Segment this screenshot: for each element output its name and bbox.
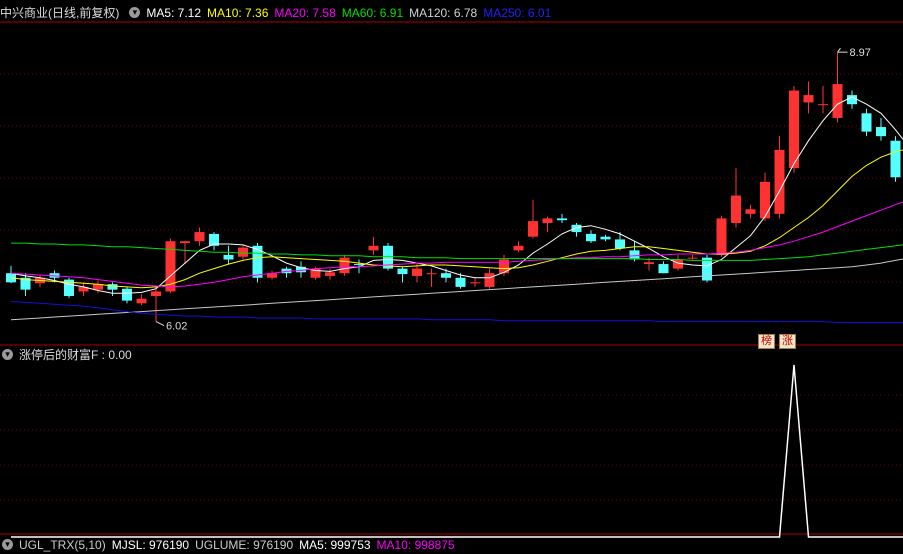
candle-body (832, 84, 843, 118)
candle-body (687, 257, 698, 259)
annotation-arrow (155, 321, 165, 327)
candle-body (774, 149, 785, 214)
candle-body (368, 245, 379, 251)
candle-body (136, 298, 147, 304)
candle-body (644, 262, 654, 265)
candle-body (455, 277, 466, 287)
bottom-item-4: MA5: 999753 (299, 538, 371, 552)
bottom-item-3: UGLUME: 976190 (195, 538, 294, 552)
candle-body (223, 254, 234, 260)
candle-body (513, 245, 524, 251)
candle-body (890, 140, 901, 178)
candle-body (238, 247, 248, 257)
candle-body (397, 268, 408, 275)
candle-body (151, 291, 161, 297)
annotation-arrow (837, 47, 841, 53)
ma5-label: MA5: 7.12 (146, 6, 202, 20)
candle-body (557, 218, 567, 221)
indicator-line (11, 364, 903, 538)
candle-body (745, 209, 756, 214)
candle-body (731, 195, 741, 223)
ma60-label: MA60: 6.91 (341, 6, 404, 20)
candle-body (702, 257, 712, 281)
candle-body (122, 288, 132, 301)
indicator-panel-header: ▾ 涨停后的财富F : 0.00 (0, 346, 138, 364)
candle-body (470, 282, 480, 284)
indicator-label: 涨停后的财富F : 0.00 (19, 348, 132, 362)
candle-body (180, 241, 190, 244)
stock-title: 中兴商业(日线,前复权) (0, 6, 120, 20)
candle-body (194, 232, 205, 242)
chevron-down-icon[interactable]: ▾ (129, 7, 141, 19)
stock-chart: 8.97 6.02 (0, 21, 903, 538)
candle-body (818, 104, 828, 106)
candle-body (426, 273, 437, 275)
bottom-item-2: MJSL: 976190 (111, 538, 190, 552)
main-panel-header: 中兴商业(日线,前复权) ▾ MA5: 7.12 MA10: 7.36 MA20: 7.… (0, 4, 557, 22)
candle-body (542, 218, 553, 223)
bottom-item-5: MA10: 998875 (376, 538, 455, 552)
candle-body (876, 127, 886, 137)
candle-body (600, 236, 611, 240)
badge-rise: 涨 (779, 334, 796, 349)
candle-body (861, 113, 872, 132)
high-price-label: 8.97 (850, 47, 871, 59)
candle-body (658, 264, 669, 274)
ma20-label: MA20: 7.58 (274, 6, 336, 20)
candle-body (615, 239, 625, 249)
candle-body (484, 273, 495, 287)
candle-body (760, 181, 770, 219)
candle-body (528, 221, 538, 237)
badge-rank: 榜 (758, 334, 775, 349)
ma120-label: MA120: 6.78 (409, 6, 478, 20)
ma250-label: MA250: 6.01 (483, 6, 552, 20)
bottom-item-1: UGL_TRX(5,10) (19, 538, 106, 552)
chevron-down-icon[interactable]: ▾ (2, 349, 13, 361)
candle-body (339, 257, 350, 274)
candle-body (107, 284, 118, 290)
candle-body (325, 272, 335, 276)
candle-body (716, 218, 727, 255)
candle-body (789, 90, 799, 169)
ma250-line (10, 301, 903, 323)
candle-body (571, 224, 582, 233)
ma10-label: MA10: 7.36 (207, 6, 269, 20)
candle-body (412, 268, 422, 276)
bottom-indicator-bar: ▾ UGL_TRX(5,10) MJSL: 976190 UGLUME: 976190… (0, 536, 461, 554)
signal-badges: 榜涨 (758, 331, 800, 349)
candle-body (803, 95, 814, 103)
candle-body (441, 273, 451, 278)
candle-body (586, 233, 596, 242)
low-price-label: 6.02 (166, 321, 187, 333)
